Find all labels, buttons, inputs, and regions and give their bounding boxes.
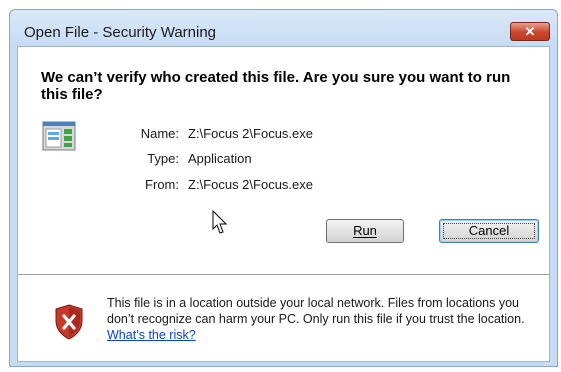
separator (18, 274, 549, 275)
run-button-label: Run (353, 223, 377, 238)
name-value: Z:\Focus 2\Focus.exe (188, 126, 313, 141)
warning-text: This file is in a location outside your … (107, 296, 525, 326)
dialog-headline: We can’t verify who created this file. A… (41, 69, 511, 103)
application-file-icon (42, 121, 76, 151)
from-label: From: (145, 177, 179, 192)
dialog-body: We can’t verify who created this file. A… (17, 46, 550, 362)
close-button[interactable]: ✕ (510, 22, 550, 41)
security-warning-window: Open File - Security Warning ✕ We can’t … (9, 9, 558, 367)
warning-message: This file is in a location outside your … (107, 295, 537, 343)
title-bar[interactable]: Open File - Security Warning ✕ (10, 10, 557, 44)
security-shield-icon (55, 304, 83, 340)
run-button[interactable]: Run (326, 219, 404, 243)
whats-the-risk-link[interactable]: What’s the risk? (107, 328, 196, 342)
name-label: Name: (140, 126, 179, 141)
window-title: Open File - Security Warning (24, 24, 217, 41)
type-value: Application (188, 151, 252, 166)
cancel-button[interactable]: Cancel (439, 219, 539, 243)
mouse-cursor-icon (212, 210, 228, 234)
type-label: Type: (147, 151, 179, 166)
focus-ring (443, 223, 535, 239)
from-value: Z:\Focus 2\Focus.exe (188, 177, 313, 192)
